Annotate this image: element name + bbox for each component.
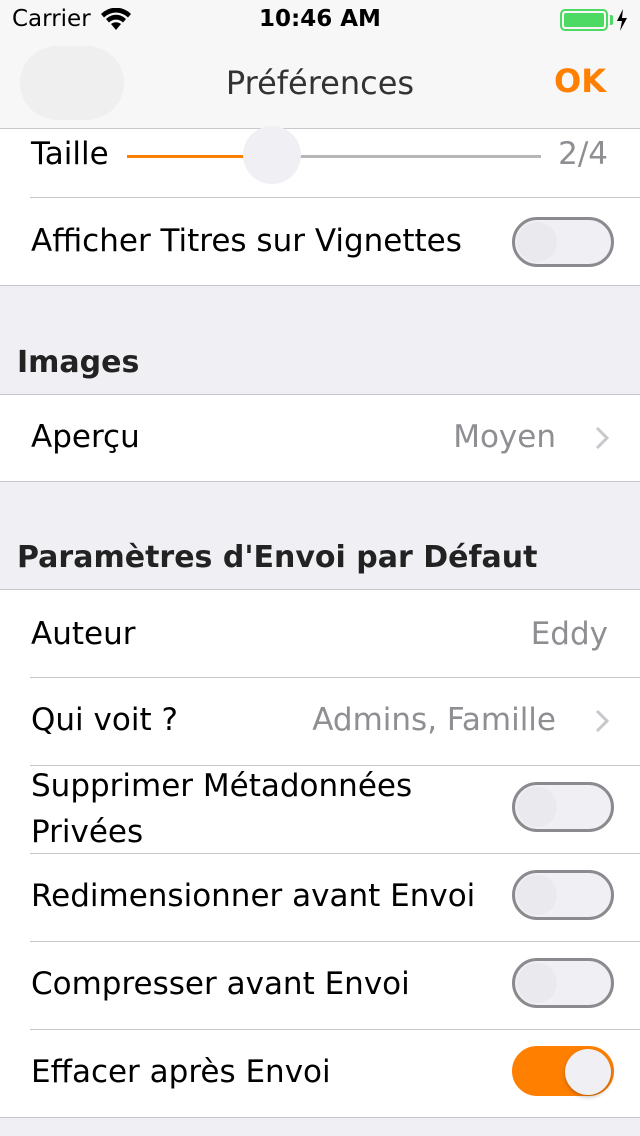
preview-value: Moyen [453, 419, 556, 455]
delete-after-upload-toggle[interactable] [512, 1046, 614, 1096]
clock: 10:46 AM [259, 6, 381, 32]
charging-bolt-icon [617, 9, 627, 31]
chevron-right-icon [595, 709, 609, 733]
size-slider-max-track [271, 155, 541, 158]
size-value: 2/4 [558, 136, 608, 172]
upload-defaults-section-header: Paramètres d'Envoi par Défaut [17, 540, 538, 575]
show-titles-toggle[interactable] [512, 217, 614, 267]
resize-label: Redimensionner avant Envoi [31, 878, 476, 914]
page-title: Préférences [225, 64, 415, 102]
privacy-value[interactable]: Admins, Famille [312, 702, 556, 738]
battery-icon [560, 9, 608, 31]
compress-label: Compresser avant Envoi [31, 966, 410, 1002]
preview-row[interactable]: Aperçu Moyen [0, 395, 640, 481]
status-bar: Carrier 10:46 AM [0, 0, 640, 40]
author-value[interactable]: Eddy [531, 616, 608, 652]
show-titles-label: Afficher Titres sur Vignettes [31, 223, 462, 259]
preview-label: Aperçu [31, 419, 140, 455]
ok-button[interactable]: OK [554, 62, 606, 100]
strip-metadata-label-line1: Supprimer Métadonnées [31, 768, 413, 804]
strip-metadata-label-line2: Privées [31, 814, 144, 850]
privacy-label: Qui voit ? [31, 702, 178, 738]
images-section-header: Images [17, 345, 140, 380]
author-label: Auteur [31, 616, 136, 652]
chevron-right-icon [595, 426, 609, 450]
strip-metadata-toggle[interactable] [512, 782, 614, 832]
size-slider-thumb[interactable] [242, 126, 301, 184]
compress-toggle[interactable] [512, 958, 614, 1008]
battery-tip [610, 15, 613, 25]
delete-after-upload-label: Effacer après Envoi [31, 1054, 331, 1090]
navigation-bar: Préférences OK [0, 40, 640, 129]
size-label: Taille [31, 136, 109, 172]
upload-defaults-section: Auteur Eddy Qui voit ? Admins, Famille S… [0, 590, 640, 1117]
resize-toggle[interactable] [512, 870, 614, 920]
